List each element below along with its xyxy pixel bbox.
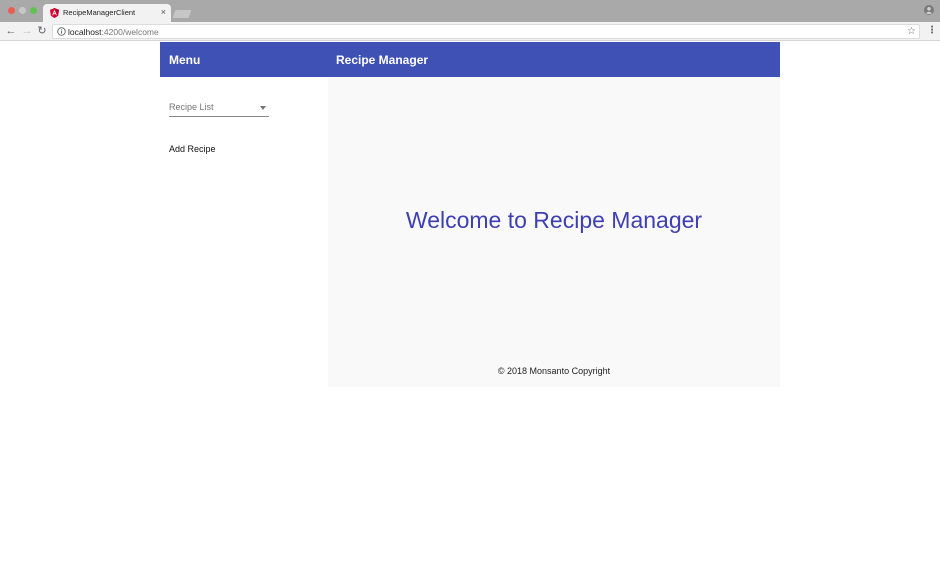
url-host: localhost (68, 27, 102, 37)
welcome-heading: Welcome to Recipe Manager (405, 207, 703, 233)
angular-icon (50, 8, 59, 18)
menu-title: Menu (169, 53, 201, 67)
url-text[interactable]: localhost:4200/welcome (68, 27, 159, 37)
browser-menu-icon[interactable]: ⋮ (927, 25, 937, 37)
tab-close-icon[interactable]: × (161, 7, 166, 17)
browser-toolbar: ← → ↻ localhost:4200/welcome ☆ ⋮ (0, 22, 940, 41)
app-header: Menu Recipe Manager (160, 42, 780, 77)
info-icon[interactable] (57, 27, 66, 36)
recipe-list-select[interactable]: Recipe List (169, 101, 269, 117)
app-container: Menu Recipe Manager Recipe List Add Reci… (160, 42, 780, 387)
minimize-window-button[interactable] (19, 7, 26, 14)
new-tab-button[interactable] (172, 10, 192, 18)
browser-tabstrip: RecipeManagerClient × (0, 0, 940, 22)
address-bar[interactable]: localhost:4200/welcome ☆ (52, 24, 920, 39)
sidenav: Recipe List Add Recipe (160, 77, 328, 387)
main-content: Welcome to Recipe Manager © 2018 Monsant… (328, 77, 780, 387)
forward-arrow-icon[interactable]: → (21, 25, 33, 37)
app-title: Recipe Manager (336, 53, 429, 67)
reload-icon[interactable]: ↻ (36, 25, 48, 37)
copyright-footer: © 2018 Monsanto Copyright (497, 366, 611, 376)
dropdown-arrow-icon[interactable] (260, 106, 266, 110)
bookmark-star-icon[interactable]: ☆ (907, 26, 916, 38)
profile-icon[interactable] (924, 5, 934, 15)
browser-tab[interactable]: RecipeManagerClient × (43, 4, 171, 22)
url-path: :4200/welcome (101, 27, 159, 37)
maximize-window-button[interactable] (30, 7, 37, 14)
add-recipe-link[interactable]: Add Recipe (169, 144, 216, 154)
tab-title: RecipeManagerClient (63, 8, 136, 17)
recipe-list-label: Recipe List (169, 102, 214, 112)
close-window-button[interactable] (8, 7, 15, 14)
back-arrow-icon[interactable]: ← (5, 25, 17, 37)
